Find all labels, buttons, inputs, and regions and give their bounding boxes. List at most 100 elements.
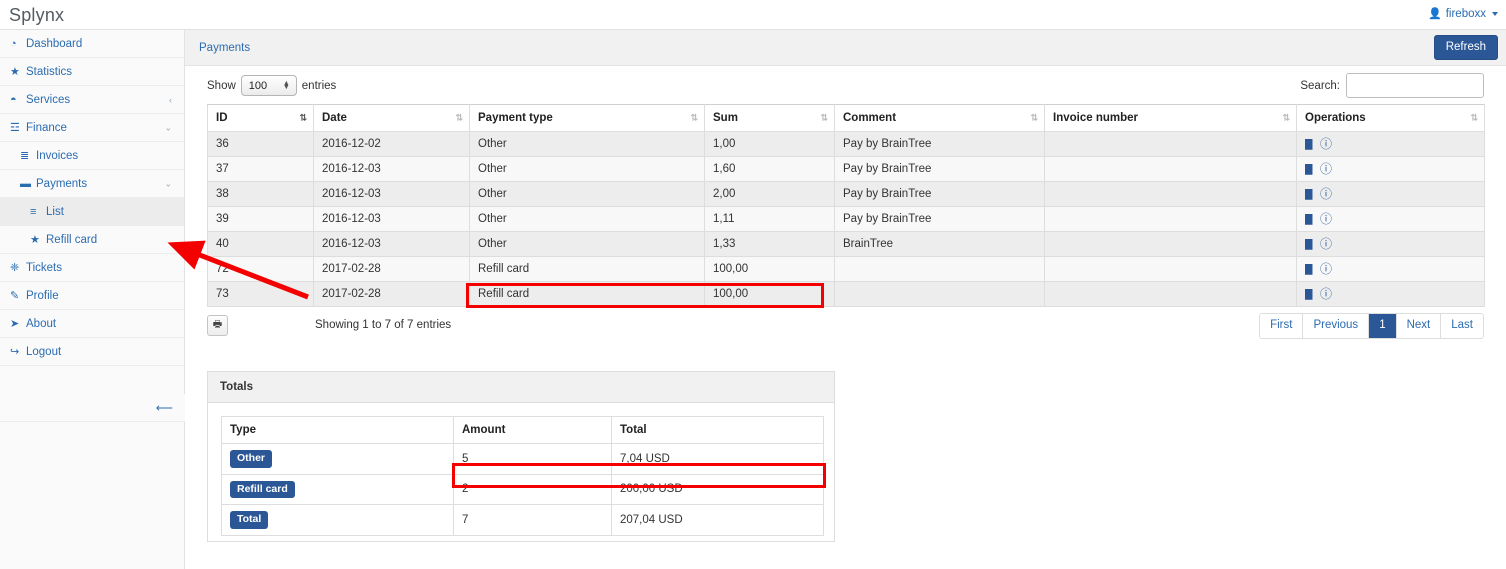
- column-header-label: Sum: [713, 112, 738, 124]
- info-circle-icon[interactable]: ⓘ: [1320, 138, 1332, 150]
- sidebar-item-list[interactable]: ≡ List: [0, 198, 184, 226]
- table-row[interactable]: 40 2016-12-03 Other 1,33 BrainTree ▉ ⓘ: [207, 231, 1485, 257]
- pagination-next[interactable]: Next: [1396, 314, 1442, 338]
- row-date: 2016-12-03: [313, 156, 470, 182]
- refresh-button[interactable]: Refresh: [1433, 35, 1498, 60]
- info-circle-icon[interactable]: ⓘ: [1320, 188, 1332, 200]
- chevron-icon: ‹: [169, 94, 172, 105]
- row-invoice-number: [1044, 281, 1297, 307]
- ticket-icon: ❈: [10, 262, 20, 274]
- sidebar-item-payments[interactable]: ▬ Payments ⌄: [0, 170, 184, 198]
- invoice-file-icon[interactable]: ▉: [1305, 139, 1313, 150]
- invoice-file-icon[interactable]: ▉: [1305, 289, 1313, 300]
- column-header-invoice-number[interactable]: Invoice number ⇅: [1044, 104, 1297, 132]
- row-payment-type: Other: [469, 231, 705, 257]
- table-row[interactable]: 37 2016-12-03 Other 1,60 Pay by BrainTree ▉ ⓘ: [207, 156, 1485, 182]
- row-operations: ▉ ⓘ: [1296, 156, 1485, 182]
- app-root: Splynx 👤 fireboxx ◔ Dashboard ★ Statistics ◓…: [0, 0, 1506, 569]
- column-header-operations[interactable]: Operations ⇅: [1296, 104, 1485, 132]
- row-date: 2017-02-28: [313, 256, 470, 282]
- star-icon: ★: [30, 234, 40, 246]
- invoice-file-icon[interactable]: ▉: [1305, 239, 1313, 250]
- column-header-payment-type[interactable]: Payment type ⇅: [469, 104, 705, 132]
- payments-table-head: ID ⇅ Date ⇅ Payment type ⇅ Sum ⇅ Comment ⇅ Invoice…: [207, 104, 1485, 132]
- row-operations: ▉ ⓘ: [1296, 206, 1485, 232]
- row-invoice-number: [1044, 181, 1297, 207]
- sidebar-item-services[interactable]: ◓ Services ‹: [0, 86, 184, 114]
- row-payment-type: Other: [469, 131, 705, 157]
- pagination-page-1[interactable]: 1: [1369, 314, 1397, 338]
- row-operations: ▉ ⓘ: [1296, 131, 1485, 157]
- info-circle-icon[interactable]: ⓘ: [1320, 288, 1332, 300]
- totals-total-cell: 7,04 USD: [611, 443, 824, 475]
- sidebar-item-label: Payments: [36, 177, 88, 190]
- arrow-left-icon[interactable]: ⟵: [156, 401, 173, 415]
- pagination-last[interactable]: Last: [1441, 314, 1483, 338]
- sidebar-item-refill-card[interactable]: ★ Refill card: [0, 226, 184, 254]
- entries-select[interactable]: 100 ▲ ▼: [240, 75, 297, 96]
- sidebar-item-profile[interactable]: ✎ Profile: [0, 282, 184, 310]
- info-circle-icon[interactable]: ⓘ: [1320, 163, 1332, 175]
- column-header-date[interactable]: Date ⇅: [313, 104, 470, 132]
- totals-column-amount: Amount: [453, 416, 612, 444]
- row-invoice-number: [1044, 156, 1297, 182]
- row-operations: ▉ ⓘ: [1296, 256, 1485, 282]
- pagination-previous[interactable]: Previous: [1303, 314, 1370, 338]
- user-menu[interactable]: 👤 fireboxx: [1428, 7, 1498, 20]
- table-row[interactable]: 72 2017-02-28 Refill card 100,00 ▉ ⓘ: [207, 256, 1485, 282]
- sidebar-item-statistics[interactable]: ★ Statistics: [0, 58, 184, 86]
- invoice-file-icon[interactable]: ▉: [1305, 164, 1313, 175]
- column-header-sum[interactable]: Sum ⇅: [704, 104, 835, 132]
- row-payment-type: Refill card: [469, 256, 705, 282]
- info-circle-icon[interactable]: ⓘ: [1320, 238, 1332, 250]
- sidebar-item-label: Invoices: [36, 149, 79, 162]
- row-date: 2017-02-28: [313, 281, 470, 307]
- row-comment: Pay by BrainTree: [834, 131, 1045, 157]
- sidebar-item-dashboard[interactable]: ◔ Dashboard: [0, 30, 184, 58]
- totals-row: Other 5 7,04 USD: [221, 443, 824, 475]
- sidebar-item-invoices[interactable]: ≣ Invoices: [0, 142, 184, 170]
- sidebar-item-tickets[interactable]: ❈ Tickets: [0, 254, 184, 282]
- list-icon: ≡: [30, 205, 37, 218]
- pagination-first[interactable]: First: [1260, 314, 1304, 338]
- sidebar-item-logout[interactable]: ↪ Logout: [0, 338, 184, 366]
- sidebar-item-about[interactable]: ➤ About: [0, 310, 184, 338]
- sidebar-item-label: Profile: [26, 289, 59, 302]
- sidebar-item-finance[interactable]: ☲ Finance ⌄: [0, 114, 184, 142]
- totals-row: Refill card 2 200,00 USD: [221, 473, 824, 506]
- search-input[interactable]: [1346, 73, 1484, 98]
- info-circle-icon[interactable]: ⓘ: [1320, 263, 1332, 275]
- totals-panel-title: Totals: [208, 372, 834, 403]
- invoice-file-icon[interactable]: ▉: [1305, 214, 1313, 225]
- row-invoice-number: [1044, 231, 1297, 257]
- table-row[interactable]: 39 2016-12-03 Other 1,11 Pay by BrainTree ▉ ⓘ: [207, 206, 1485, 232]
- entries-select-value: 100: [248, 79, 268, 92]
- row-id: 36: [207, 131, 314, 157]
- column-header-id[interactable]: ID ⇅: [207, 104, 314, 132]
- column-header-comment[interactable]: Comment ⇅: [834, 104, 1045, 132]
- row-comment: Pay by BrainTree: [834, 156, 1045, 182]
- invoice-file-icon[interactable]: ▉: [1305, 264, 1313, 275]
- table-row[interactable]: 38 2016-12-03 Other 2,00 Pay by BrainTree ▉ ⓘ: [207, 181, 1485, 207]
- print-export-icon[interactable]: 🖶: [207, 315, 228, 336]
- row-payment-type: Other: [469, 181, 705, 207]
- table-row[interactable]: 73 2017-02-28 Refill card 100,00 ▉ ⓘ: [207, 281, 1485, 307]
- info-circle-icon[interactable]: ⓘ: [1320, 213, 1332, 225]
- table-row[interactable]: 36 2016-12-02 Other 1,00 Pay by BrainTree ▉ ⓘ: [207, 131, 1485, 157]
- chevron-down-icon: [1492, 11, 1498, 16]
- row-operations: ▉ ⓘ: [1296, 181, 1485, 207]
- sidebar-item-label: Finance: [26, 121, 67, 134]
- length-control: Show 100 ▲ ▼ entries: [207, 75, 336, 96]
- brand-logo[interactable]: Splynx: [9, 5, 64, 26]
- row-id: 39: [207, 206, 314, 232]
- invoice-file-icon[interactable]: ▉: [1305, 189, 1313, 200]
- totals-type-badge: Other: [230, 450, 273, 468]
- row-sum: 1,00: [704, 131, 835, 157]
- bank-icon: ☲: [10, 122, 20, 134]
- row-comment: [834, 256, 1045, 282]
- content-area: Show 100 ▲ ▼ entries Search: ID ⇅ Date ⇅…: [185, 66, 1506, 351]
- totals-row: Total 7 207,04 USD: [221, 504, 824, 536]
- breadcrumb[interactable]: Payments: [199, 42, 250, 54]
- sign-out-icon: ↪: [10, 346, 20, 358]
- sort-icon: ⇅: [1470, 112, 1477, 123]
